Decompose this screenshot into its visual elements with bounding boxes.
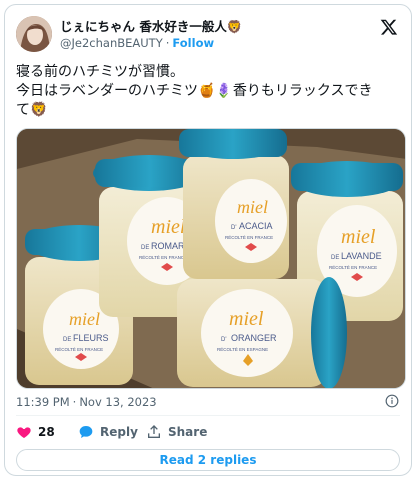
- like-button[interactable]: 28: [16, 424, 55, 440]
- jar-origin-text: RÉCOLTÉ EN FRANCE: [225, 234, 273, 240]
- tweet-text-line: 寝る前のハチミツが習慣。: [16, 64, 184, 80]
- author-display-name[interactable]: じぇにちゃん 香水好き一般人🦁: [60, 16, 242, 35]
- info-icon[interactable]: [385, 394, 399, 408]
- author-handle-row: @Je2chanBEAUTY · Follow: [60, 36, 214, 50]
- read-replies-button[interactable]: Read 2 replies: [16, 449, 400, 471]
- jar-flower-text: ORANGER: [231, 333, 277, 343]
- jar-flower-text: LAVANDE: [341, 251, 382, 261]
- jar-acacia: miel D' ACACIA RÉCOLTÉ EN FRANCE: [179, 129, 289, 279]
- tweet-text-line: 今日はラベンダーのハチミツ🍯🪻香りもリラックスでき: [16, 83, 373, 99]
- jar-brand-text: miel: [237, 197, 268, 217]
- tweet-text: 寝る前のハチミツが習慣。 今日はラベンダーのハチミツ🍯🪻香りもリラックスでき て…: [16, 63, 406, 120]
- jar-brand-text: miel: [151, 216, 186, 238]
- tweet-timestamp[interactable]: 11:39 PM · Nov 13, 2023: [16, 395, 157, 409]
- jar-origin-text: RÉCOLTÉ EN ESPAGNE: [217, 346, 268, 352]
- jar-origin-text: RÉCOLTÉ EN FRANCE: [139, 254, 187, 260]
- jar-prefix-text: D': [231, 225, 236, 231]
- jar-origin-text: RÉCOLTÉ EN FRANCE: [55, 346, 103, 352]
- tweet-text-line: て🦁: [16, 102, 48, 118]
- jar-prefix-text: DE: [141, 245, 149, 251]
- follow-button[interactable]: Follow: [172, 36, 214, 50]
- jar-flower-text: ACACIA: [239, 221, 273, 231]
- share-icon: [148, 425, 160, 438]
- jar-brand-text: miel: [229, 308, 264, 330]
- tweet-photo[interactable]: miel DE FLEURS RÉCOLTÉ EN FRANCE miel DE…: [16, 128, 406, 389]
- dot-separator: ·: [72, 395, 77, 409]
- share-button[interactable]: Share: [146, 424, 207, 440]
- jar-brand-text: miel: [341, 226, 376, 248]
- author-handle[interactable]: @Je2chanBEAUTY: [60, 36, 163, 50]
- jar-oranger: miel D' ORANGER RÉCOLTÉ EN ESPAGNE: [177, 277, 347, 388]
- avatar[interactable]: [16, 16, 52, 52]
- tweet-header: じぇにちゃん 香水好き一般人🦁 @Je2chanBEAUTY · Follow: [16, 14, 400, 58]
- tweet-date: Nov 13, 2023: [79, 395, 157, 409]
- jar-prefix-text: DE: [331, 255, 339, 261]
- jar-brand-text: miel: [69, 309, 100, 329]
- tweet-card: じぇにちゃん 香水好き一般人🦁 @Je2chanBEAUTY · Follow 寝る…: [4, 4, 412, 476]
- likes-count: 28: [38, 425, 55, 439]
- x-logo-icon[interactable]: [380, 18, 398, 36]
- honey-jars-photo: miel DE FLEURS RÉCOLTÉ EN FRANCE miel DE…: [17, 129, 405, 388]
- jar-origin-text: RÉCOLTÉ EN FRANCE: [329, 264, 377, 270]
- reply-bubble-icon: [79, 426, 93, 438]
- reply-label: Reply: [100, 425, 138, 439]
- share-label: Share: [168, 425, 208, 439]
- divider: [16, 415, 400, 416]
- jar-prefix-text: DE: [63, 337, 71, 343]
- jar-flower-text: FLEURS: [73, 333, 109, 343]
- dot-separator: ·: [165, 36, 170, 50]
- heart-icon: [17, 427, 31, 438]
- avatar-image: [16, 16, 52, 52]
- tweet-time: 11:39 PM: [16, 395, 70, 409]
- jar-prefix-text: D': [221, 337, 226, 343]
- reply-button[interactable]: Reply: [78, 424, 138, 440]
